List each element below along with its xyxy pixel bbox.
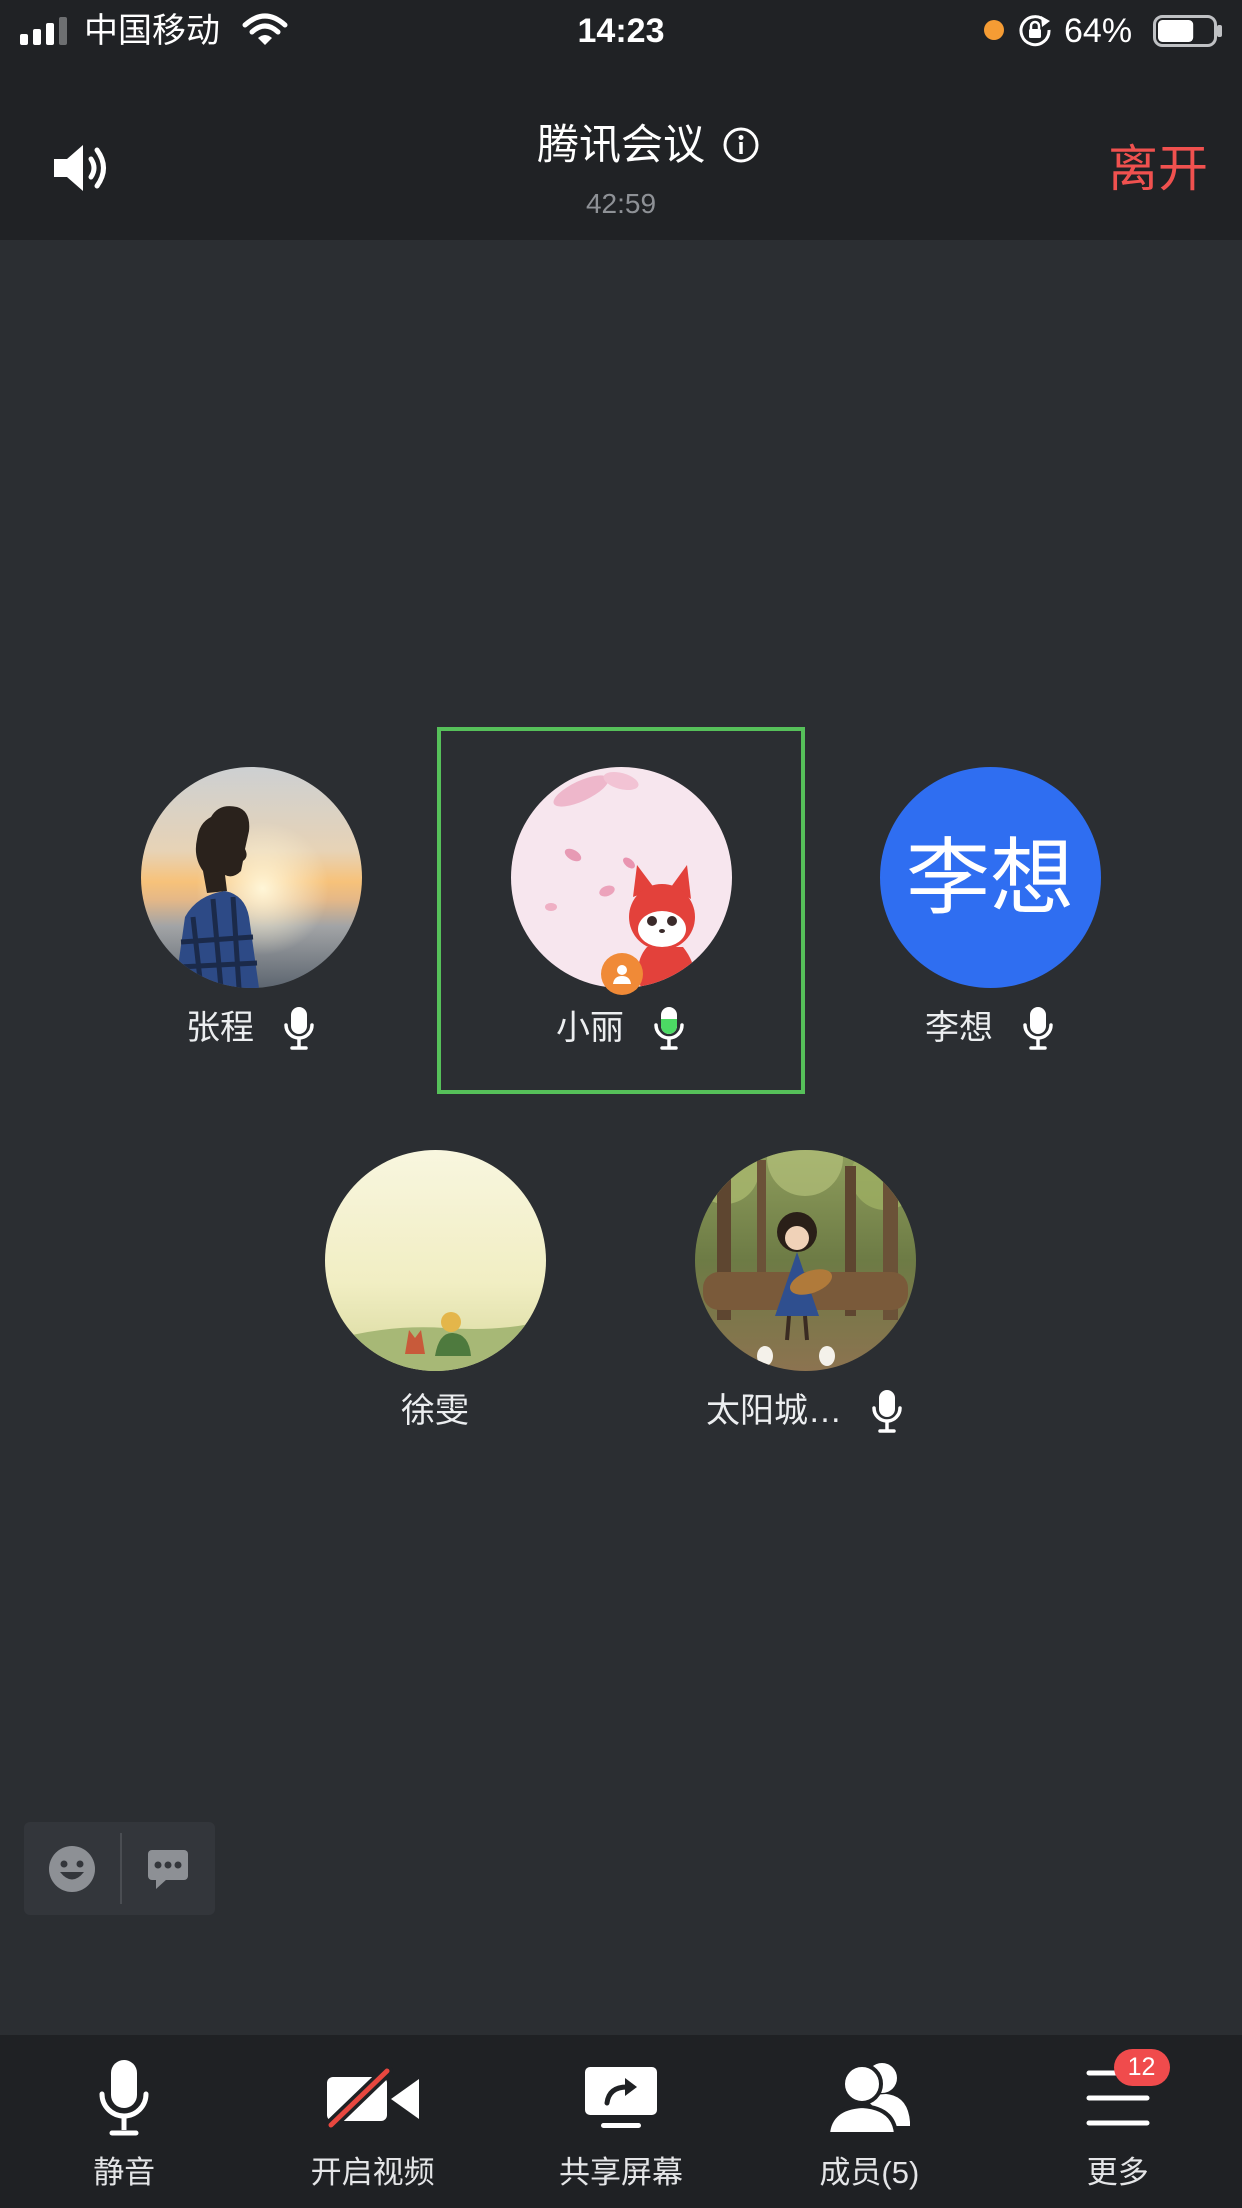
share-screen-button[interactable]: 共享屏幕 <box>497 2035 745 2208</box>
avatar: 李想 <box>879 767 1101 988</box>
divider <box>120 1833 122 1904</box>
avatar <box>324 1150 546 1371</box>
participant-name: 太阳城… <box>706 1392 842 1430</box>
avatar-text: 李想 <box>879 767 1101 988</box>
status-bar: 中国移动 14:23 64% <box>0 0 1242 63</box>
participant-name: 李想 <box>925 1009 993 1047</box>
share-screen-label: 共享屏幕 <box>558 2155 683 2190</box>
start-video-button[interactable]: 开启视频 <box>248 2035 496 2208</box>
participant-name: 徐雯 <box>401 1392 469 1430</box>
participant-tile[interactable]: 太阳城… <box>621 1110 989 1477</box>
participant-name: 张程 <box>186 1009 254 1047</box>
avatar-image <box>694 1150 916 1371</box>
participant-label: 小丽 <box>556 1006 686 1050</box>
host-badge <box>600 953 643 995</box>
mute-button[interactable]: 静音 <box>0 2035 248 2208</box>
participant-label: 李想 <box>925 1006 1055 1050</box>
participant-label: 张程 <box>186 1006 316 1050</box>
participant-tile[interactable]: 李想 李想 <box>806 727 1174 1094</box>
members-icon <box>826 2063 911 2136</box>
microphone-icon <box>284 1007 314 1050</box>
battery-icon <box>1153 15 1222 47</box>
recording-dot <box>984 20 1004 40</box>
more-label: 更多 <box>1086 2155 1149 2190</box>
notification-badge: 12 <box>1113 2049 1170 2086</box>
participant-tile[interactable]: 张程 <box>67 727 435 1094</box>
video-off-icon <box>324 2067 419 2129</box>
host-icon <box>612 965 631 984</box>
microphone-icon <box>872 1390 902 1433</box>
microphone-icon <box>1023 1007 1053 1050</box>
participant-label: 太阳城… <box>706 1389 904 1433</box>
share-screen-icon <box>584 2067 657 2128</box>
meeting-duration: 42:59 <box>585 188 657 219</box>
avatar-image <box>324 1150 546 1371</box>
members-label: 成员(5) <box>819 2155 920 2190</box>
start-video-label: 开启视频 <box>310 2155 435 2190</box>
meeting-title: 腾讯会议 <box>536 121 705 168</box>
info-icon[interactable] <box>723 127 759 163</box>
more-button[interactable]: 更多 12 <box>994 2035 1242 2208</box>
leave-button[interactable]: 离开 <box>1108 141 1208 197</box>
participant-tile[interactable]: 徐雯 <box>251 1110 619 1477</box>
avatar <box>694 1150 916 1371</box>
microphone-icon <box>99 2060 149 2136</box>
mute-label: 静音 <box>93 2155 156 2190</box>
chat-icon[interactable] <box>146 1848 190 1890</box>
battery-percent: 64% <box>1064 12 1133 50</box>
microphone-active-icon <box>654 1007 684 1050</box>
rotation-lock-icon <box>1019 15 1051 47</box>
battery-fill <box>1158 20 1194 42</box>
participant-label: 徐雯 <box>401 1389 469 1433</box>
participants-area: 张程 小丽 李想 李想 徐雯 太阳城… <box>0 240 1242 2035</box>
emoji-icon[interactable] <box>48 1845 96 1893</box>
participant-name: 小丽 <box>556 1009 624 1047</box>
avatar <box>140 767 362 988</box>
participant-tile-active[interactable]: 小丽 <box>437 727 805 1094</box>
clock: 14:23 <box>577 12 665 50</box>
meeting-header: 腾讯会议 42:59 离开 <box>0 63 1242 240</box>
members-button[interactable]: 成员(5) <box>745 2035 993 2208</box>
avatar-image <box>140 767 362 988</box>
bottom-toolbar: 静音 开启视频 共享屏幕 成员(5) 更多 12 <box>0 2035 1242 2208</box>
quick-actions <box>24 1822 215 1915</box>
avatar <box>510 767 732 995</box>
